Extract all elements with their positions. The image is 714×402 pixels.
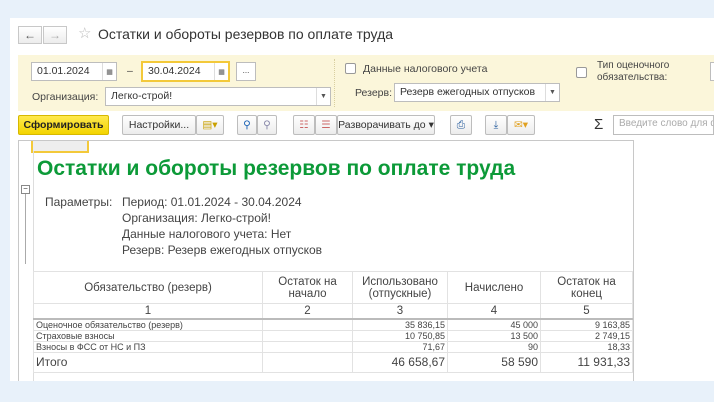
date-dash: – (127, 65, 133, 77)
col-number: 1 (33, 303, 263, 319)
liability-type-select[interactable] (710, 62, 714, 81)
variants-dropdown-icon[interactable]: ▤▾ (196, 115, 224, 135)
reserve-select[interactable]: Резерв ежегодных отпусков ▼ (394, 83, 560, 102)
expand-to-label: Разворачивать до (338, 119, 426, 131)
group-line (25, 194, 26, 264)
row-accrued: 90 (447, 340, 541, 353)
row-used: 71,67 (352, 340, 448, 353)
chevron-down-icon: ▼ (545, 84, 559, 101)
row-used: 35 836,15 (352, 318, 448, 331)
print-icon[interactable]: ⎙ (450, 115, 472, 135)
window-title: Остатки и обороты резервов по оплате тру… (98, 26, 394, 42)
params-label: Параметры: (45, 195, 113, 209)
col-number: 3 (352, 303, 448, 319)
calendar-icon[interactable]: ▦ (214, 63, 228, 80)
row-used: 10 750,85 (352, 329, 448, 342)
table-row: Взносы в ФСС от НС и ПЗ 71,67 90 18,33 (33, 340, 633, 353)
reserve-label: Резерв: (355, 87, 393, 99)
col-number: 5 (540, 303, 633, 319)
star-icon[interactable]: ☆ (78, 24, 91, 42)
search-input[interactable]: Введите слово для ф (613, 115, 714, 135)
search-cancel-icon[interactable]: ⚲ (257, 115, 277, 135)
col-number: 2 (262, 303, 353, 319)
reserve-value: Резерв ежегодных отпусков (400, 86, 536, 98)
col-number: 4 (447, 303, 541, 319)
report-area: Остатки и обороты резервов по оплате тру… (18, 140, 634, 381)
date-from-value: 01.01.2024 (37, 65, 90, 77)
date-from-input[interactable]: 01.01.2024 ▦ (31, 62, 117, 81)
header-row: Обязательство (резерв) Остаток на начало… (33, 271, 633, 304)
liability-type-checkbox[interactable] (576, 67, 587, 78)
row-accrued: 45 000 (447, 318, 541, 331)
liability-type-label: Тип оценочного обязательства: (597, 60, 670, 83)
total-start (262, 351, 353, 373)
sum-icon[interactable]: Σ (594, 116, 603, 133)
chevron-down-icon: ▼ (316, 88, 330, 105)
report-window: ← → ☆ Остатки и обороты резервов по опла… (10, 18, 714, 381)
calendar-icon[interactable]: ▦ (102, 63, 116, 80)
row-accrued: 13 500 (447, 329, 541, 342)
filter-panel: 01.01.2024 ▦ – 30.04.2024 ▦ ... Организаци… (18, 55, 714, 111)
row-end: 2 749,15 (540, 329, 633, 342)
settings-button[interactable]: Настройки... (122, 115, 196, 135)
header-used: Использовано (отпускные) (352, 271, 448, 304)
forward-button[interactable]: → (43, 26, 67, 44)
expand-groups-icon[interactable]: ☷ (293, 115, 315, 135)
row-start (262, 340, 353, 353)
total-used: 46 658,67 (352, 351, 448, 373)
total-end: 11 931,33 (540, 351, 633, 373)
header-end: Остаток на конец (540, 271, 633, 304)
save-icon[interactable]: ⤓ (485, 115, 507, 135)
date-to-value: 30.04.2024 (148, 65, 201, 77)
header-start: Остаток на начало (262, 271, 353, 304)
total-accrued: 58 590 (447, 351, 541, 373)
back-button[interactable]: ← (18, 26, 42, 44)
column-number-row: 1 2 3 4 5 (33, 303, 633, 319)
param-period: Период: 01.01.2024 - 30.04.2024 (122, 195, 302, 209)
divider (334, 59, 335, 107)
param-org: Организация: Легко-строй! (122, 211, 271, 225)
org-select[interactable]: Легко-строй! ▼ (105, 87, 331, 106)
collapse-groups-icon[interactable]: ☰ (315, 115, 337, 135)
param-reserve: Резерв: Резерв ежегодных отпусков (122, 243, 323, 257)
header-liability: Обязательство (резерв) (33, 271, 263, 304)
total-row: Итого 46 658,67 58 590 11 931,33 (33, 351, 633, 373)
collapse-group-icon[interactable]: − (21, 185, 30, 194)
org-label: Организация: (32, 91, 99, 103)
row-start (262, 318, 353, 331)
org-value: Легко-строй! (111, 90, 173, 102)
generate-button[interactable]: Сформировать (18, 115, 109, 135)
expand-to-button[interactable]: Разворачивать до ▾ (337, 115, 435, 135)
row-name: Оценочное обязательство (резерв) (33, 318, 263, 331)
report-table: Обязательство (резерв) Остаток на начало… (33, 271, 633, 373)
param-tax: Данные налогового учета: Нет (122, 227, 292, 241)
table-row: Страховые взносы 10 750,85 13 500 2 749,… (33, 329, 633, 342)
tax-data-label: Данные налогового учета (363, 63, 488, 75)
row-end: 18,33 (540, 340, 633, 353)
report-title: Остатки и обороты резервов по оплате тру… (37, 157, 516, 180)
date-to-input[interactable]: 30.04.2024 ▦ (141, 61, 230, 82)
total-name: Итого (33, 351, 263, 373)
row-end: 9 163,85 (540, 318, 633, 331)
search-icon[interactable]: ⚲ (237, 115, 257, 135)
row-start (262, 329, 353, 342)
row-name: Страховые взносы (33, 329, 263, 342)
period-select-button[interactable]: ... (236, 62, 256, 81)
email-icon[interactable]: ✉▾ (507, 115, 535, 135)
selected-cell[interactable] (31, 141, 89, 153)
tax-data-checkbox[interactable] (345, 63, 356, 74)
table-row: Оценочное обязательство (резерв) 35 836,… (33, 318, 633, 331)
row-name: Взносы в ФСС от НС и ПЗ (33, 340, 263, 353)
header-accrued: Начислено (447, 271, 541, 304)
